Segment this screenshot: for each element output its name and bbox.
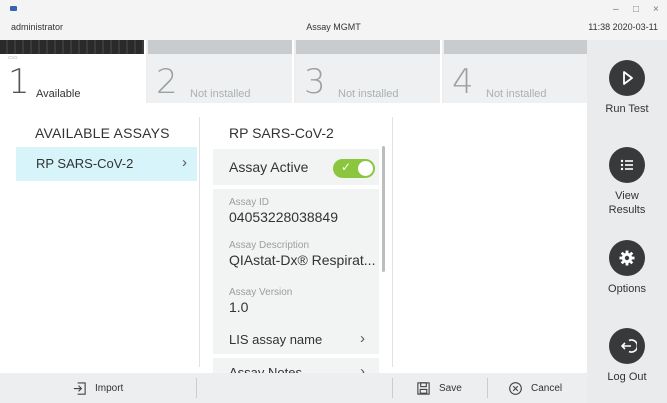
gear-icon <box>609 240 645 276</box>
app-icon <box>10 6 17 11</box>
save-icon <box>417 381 430 395</box>
assay-id-label: Assay ID <box>229 197 270 208</box>
save-label: Save <box>439 382 462 394</box>
assay-description-label: Assay Description <box>229 240 310 251</box>
module-status-strip <box>296 40 440 54</box>
assay-list-item-label: RP SARS-CoV-2 <box>36 156 134 171</box>
check-icon: ✓ <box>341 160 352 174</box>
assay-list-item[interactable]: RP SARS-CoV-2 › <box>16 147 197 181</box>
lis-assay-name-row[interactable]: LIS assay name › <box>213 326 379 354</box>
assay-active-toggle[interactable]: ✓ <box>333 159 375 178</box>
divider <box>392 117 393 367</box>
module-tab-1[interactable]: ▭▭ 1 Available <box>0 40 146 103</box>
chevron-right-icon: › <box>360 363 365 373</box>
log-out-label: Log Out <box>607 371 647 383</box>
module-status-strip <box>444 40 588 54</box>
import-label: Import <box>95 382 124 394</box>
divider <box>199 117 200 367</box>
module-status: Not installed <box>190 88 251 100</box>
datetime: 11:38 2020-03-11 <box>588 22 658 32</box>
module-number: 2 <box>156 62 178 102</box>
module-tab-3[interactable]: 3 Not installed <box>296 40 442 103</box>
module-number: 3 <box>304 62 326 102</box>
assay-info-block: Assay ID 04053228038849 Assay Descriptio… <box>213 189 379 329</box>
assay-notes-row[interactable]: Assay Notes › <box>213 358 379 373</box>
options-button[interactable]: Options <box>587 240 667 296</box>
minimize-icon[interactable]: – <box>613 4 619 15</box>
module-number: 4 <box>452 62 474 102</box>
module-status: Not installed <box>338 88 399 100</box>
module-status-strip <box>0 40 144 54</box>
assay-active-row: Assay Active ✓ <box>213 149 379 185</box>
run-test-button[interactable]: Run Test <box>587 60 667 116</box>
module-status: Available <box>36 88 81 100</box>
divider <box>196 378 197 398</box>
run-test-label: Run Test <box>605 103 649 115</box>
module-badge-icon: ▭▭ <box>8 55 18 61</box>
assay-description-value: QIAstat-Dx® Respirat... <box>229 252 376 268</box>
save-button[interactable]: Save <box>416 373 462 403</box>
cancel-button[interactable]: Cancel <box>508 373 562 403</box>
maximize-icon[interactable]: □ <box>633 4 639 15</box>
assay-version-label: Assay Version <box>229 287 293 298</box>
details-scrollbar[interactable] <box>382 146 385 272</box>
assay-notes-label: Assay Notes <box>229 365 302 373</box>
module-status: Not installed <box>486 88 547 100</box>
cancel-icon <box>509 381 522 395</box>
module-tab-2[interactable]: 2 Not installed <box>148 40 294 103</box>
chevron-right-icon: › <box>182 154 187 171</box>
assay-active-label: Assay Active <box>229 159 309 175</box>
assay-detail-title: RP SARS-CoV-2 <box>229 125 334 141</box>
title-bar: administrator Assay MGMT 11:38 2020-03-1… <box>0 0 667 40</box>
close-icon[interactable]: × <box>653 4 659 15</box>
module-number: 1 <box>8 62 30 102</box>
module-status-strip <box>148 40 292 54</box>
view-results-label-line1: View <box>615 190 639 202</box>
view-results-label-line2: Results <box>608 204 646 216</box>
lis-assay-name-label: LIS assay name <box>229 332 323 347</box>
chevron-right-icon: › <box>360 330 365 347</box>
available-assays-heading: AVAILABLE ASSAYS <box>35 125 170 141</box>
bottom-bar: Import Save Cancel <box>0 373 587 403</box>
list-icon <box>609 147 645 183</box>
divider <box>392 378 393 398</box>
sidebar: Run Test View Results Options Log Out <box>587 40 667 403</box>
play-icon <box>609 60 645 96</box>
assay-version-value: 1.0 <box>229 299 249 315</box>
module-tabs: ▭▭ 1 Available 2 Not installed 3 Not ins… <box>0 40 590 103</box>
options-label: Options <box>608 283 646 295</box>
view-results-button[interactable]: View Results <box>587 147 667 217</box>
cancel-label: Cancel <box>531 382 563 394</box>
divider <box>487 378 488 398</box>
import-button[interactable]: Import <box>72 373 123 403</box>
import-icon <box>73 381 86 395</box>
window-title: Assay MGMT <box>306 22 361 32</box>
module-tab-4[interactable]: 4 Not installed <box>444 40 590 103</box>
logout-icon <box>609 328 645 364</box>
log-out-button[interactable]: Log Out <box>587 328 667 384</box>
assay-id-value: 04053228038849 <box>229 209 339 225</box>
view-results-label: View Results <box>587 189 667 217</box>
toggle-knob <box>358 161 373 176</box>
